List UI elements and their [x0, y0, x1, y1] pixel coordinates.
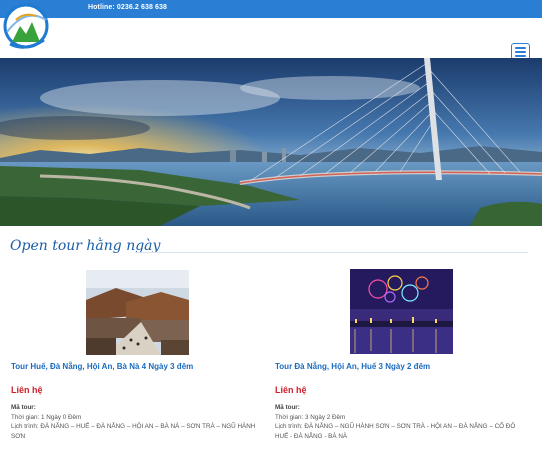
- tour-info: Mã tour: Thời gian: 1 Ngày 0 Đêm Lịch tr…: [11, 403, 266, 441]
- tour-schedule-label: Lịch trình:: [275, 423, 303, 430]
- top-bar: Hotline: 0236.2 638 638: [0, 0, 542, 18]
- tour-time-value: 1 Ngày 0 Đêm: [41, 413, 82, 421]
- tour-image-fireworks[interactable]: [350, 269, 453, 354]
- tour-time-row: Thời gian: 3 Ngày 2 Đêm: [275, 413, 530, 423]
- tour-info: Mã tour: Thời gian: 3 Ngày 2 Đêm Lịch tr…: [275, 403, 530, 441]
- header: [0, 18, 542, 59]
- tour-code-label: Mã tour:: [11, 404, 36, 411]
- hero-banner: [0, 58, 542, 226]
- menu-bar-icon: [515, 47, 526, 49]
- tour-schedule-row: Lịch trình: ĐÀ NẴNG – HUẾ – ĐÀ NẴNG – HỘ…: [11, 422, 266, 441]
- tour-title-link[interactable]: Tour Đà Nẵng, Hội An, Huế 3 Ngày 2 đêm: [275, 362, 430, 371]
- tour-time-value: 3 Ngày 2 Đêm: [305, 413, 346, 421]
- tour-code-row: Mã tour:: [11, 403, 266, 413]
- contact-link[interactable]: Liên hệ: [275, 385, 307, 395]
- section-divider: [135, 252, 528, 253]
- tour-time-label: Thời gian:: [11, 413, 40, 421]
- contact-link[interactable]: Liên hệ: [11, 385, 43, 395]
- tour-schedule-row: Lịch trình: ĐÀ NẴNG – NGŨ HÀNH SƠN – SƠN…: [275, 422, 530, 441]
- tour-title-link[interactable]: Tour Huế, Đà Nẵng, Hội An, Bà Nà 4 Ngày …: [11, 362, 193, 371]
- tour-time-label: Thời gian:: [275, 413, 304, 421]
- tour-code-row: Mã tour:: [275, 403, 530, 413]
- tour-image-hoi-an[interactable]: [86, 270, 189, 355]
- menu-bar-icon: [515, 51, 526, 53]
- menu-bar-icon: [515, 55, 526, 57]
- tour-time-row: Thời gian: 1 Ngày 0 Đêm: [11, 413, 266, 423]
- tour-schedule-value: ĐÀ NẴNG – NGŨ HÀNH SƠN – SƠN TRÀ - HỘI A…: [275, 423, 516, 440]
- tour-code-label: Mã tour:: [275, 404, 300, 411]
- site-logo[interactable]: [2, 2, 50, 54]
- hotline-text[interactable]: Hotline: 0236.2 638 638: [88, 4, 167, 11]
- tour-schedule-label: Lịch trình:: [11, 423, 39, 430]
- tour-schedule-value: ĐÀ NẴNG – HUẾ – ĐÀ NẴNG – HỘI AN – BÀ NÀ…: [11, 423, 256, 440]
